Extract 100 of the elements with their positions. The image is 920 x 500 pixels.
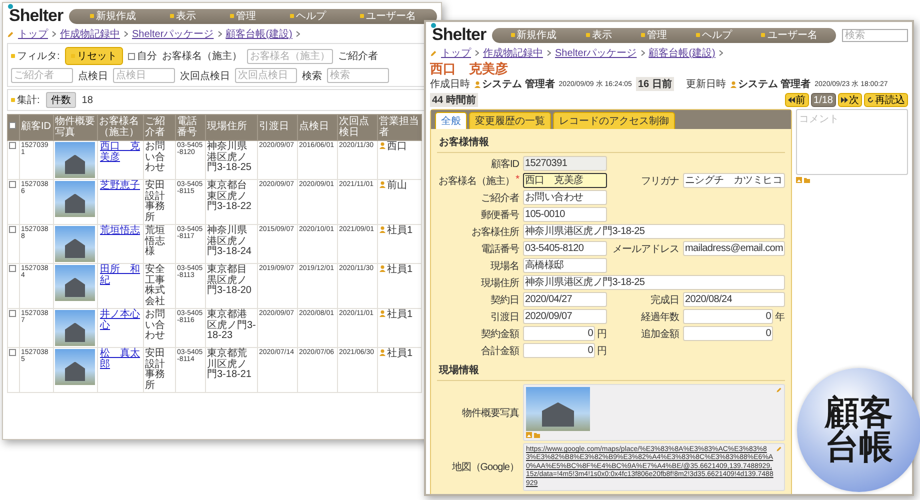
menu-item[interactable]: ヘルプ <box>696 28 732 42</box>
text-field[interactable]: 105-0010 <box>523 207 607 222</box>
column-header[interactable]: 次回点検日 <box>338 114 378 140</box>
user-icon <box>474 80 481 88</box>
unit-label: 円 <box>597 344 607 358</box>
number-field[interactable]: 0 <box>523 326 595 341</box>
menu-item[interactable]: 表示 <box>586 28 612 42</box>
reset-button[interactable]: リセット <box>64 47 123 65</box>
number-field[interactable]: 0 <box>683 309 773 324</box>
row-checkbox[interactable] <box>9 181 16 188</box>
nav-button[interactable]: 次 <box>838 93 862 107</box>
text-field[interactable]: お問い合わせ <box>523 190 607 205</box>
field-label: 合計金額 <box>480 344 519 358</box>
text-field[interactable]: 西口 克美彦 <box>523 173 607 188</box>
breadcrumb-link[interactable]: 作成物記録中 <box>483 46 543 60</box>
table-cell: 東京都目黒区虎ノ門3-18-20 <box>206 264 258 308</box>
text-field[interactable]: 高橋様邸 <box>523 258 607 273</box>
record-counter[interactable]: 1/18 <box>810 93 836 107</box>
text-field[interactable]: 2020/09/07 <box>523 309 607 324</box>
field-label: 契約日 <box>490 294 519 306</box>
text-field[interactable]: 2020/04/27 <box>523 292 607 307</box>
field-label: 契約金額 <box>480 328 519 340</box>
text-field[interactable]: mailadress@email.com <box>683 241 785 256</box>
logo: Shelter <box>7 6 64 26</box>
nav-button[interactable]: 前 <box>784 93 809 107</box>
folder-icon[interactable] <box>804 177 810 183</box>
menu-item[interactable]: 新規作成 <box>90 9 136 23</box>
bullet-icon <box>696 33 700 37</box>
nav-button[interactable]: 再読込 <box>864 93 908 107</box>
count-button[interactable]: 件数 <box>46 92 76 108</box>
menu-item[interactable]: ヘルプ <box>290 9 326 23</box>
badge-text: 台帳 <box>825 430 893 464</box>
badge-text: 顧客 <box>825 396 893 430</box>
column-header[interactable]: ご紹介者 <box>144 114 176 140</box>
text-field[interactable]: 神奈川県港区虎ノ門3-18-25 <box>523 275 785 290</box>
row-checkbox[interactable] <box>9 142 16 149</box>
breadcrumb-link[interactable]: 顧客台帳(建設) <box>648 46 716 60</box>
menu-item[interactable]: 管理 <box>230 9 256 23</box>
number-field[interactable]: 0 <box>523 343 595 358</box>
column-header[interactable]: 営業担当者 <box>378 114 422 140</box>
text-field[interactable]: 2020/08/24 <box>683 292 785 307</box>
menu-item[interactable]: 新規作成 <box>510 28 557 42</box>
breadcrumb-link[interactable]: トップ <box>441 46 471 60</box>
bullet-icon <box>290 14 294 18</box>
breadcrumb-link[interactable]: 顧客台帳(建設) <box>226 27 292 41</box>
user-icon <box>379 349 386 356</box>
field-label: 引渡日 <box>490 310 519 324</box>
menu-item[interactable]: ユーザー名 <box>761 28 818 42</box>
bullet-icon <box>641 33 646 37</box>
menu-item[interactable]: 表示 <box>170 9 196 23</box>
row-checkbox[interactable] <box>9 310 16 317</box>
image-icon[interactable] <box>796 177 802 183</box>
column-header[interactable]: 物件概要写真 <box>54 114 98 140</box>
menu-item[interactable]: ユーザー名 <box>360 9 416 23</box>
tab[interactable]: 変更履歴の一覧 <box>469 112 551 129</box>
bullet-icon <box>586 33 590 37</box>
menu-item[interactable]: 管理 <box>641 28 668 42</box>
row-checkbox[interactable] <box>9 349 16 356</box>
chevron-icon <box>719 50 724 56</box>
user-icon <box>730 80 737 88</box>
text-field[interactable]: 03-5405-8120 <box>523 241 607 256</box>
text-field[interactable]: 神奈川県港区虎ノ門3-18-25 <box>523 224 785 239</box>
unit-label: 年 <box>775 310 785 324</box>
row-checkbox[interactable] <box>9 265 16 272</box>
staff-name: 社員1 <box>387 265 413 276</box>
bullet-icon <box>230 14 234 18</box>
chevron-icon <box>547 50 551 56</box>
breadcrumb-link[interactable]: 作成物記録中 <box>60 27 120 41</box>
table-cell: 神奈川県港区虎ノ門3-18-24 <box>206 224 258 264</box>
staff-name: 西口 <box>387 142 407 152</box>
column-header[interactable]: 点検日 <box>298 114 338 140</box>
bullet-icon <box>170 14 174 18</box>
field-label: 電話番号 <box>480 242 519 256</box>
bullet-icon <box>360 14 364 18</box>
column-header[interactable]: 電話番号 <box>176 114 206 140</box>
table-cell: 神奈川県港区虎ノ門3-18-25 <box>206 140 258 180</box>
text-field[interactable]: ニシグチ カツミヒコ <box>683 173 785 188</box>
column-header[interactable]: 顧客ID <box>20 114 54 140</box>
breadcrumb-link[interactable]: Shelterパッケージ <box>132 27 214 41</box>
user-icon <box>379 142 386 149</box>
record-count: 18 <box>82 94 93 106</box>
pencil-icon[interactable] <box>776 446 782 452</box>
breadcrumb-link[interactable]: トップ <box>18 27 48 41</box>
logo: Shelter <box>430 25 486 45</box>
column-header[interactable]: 引渡日 <box>258 114 298 140</box>
row-checkbox[interactable] <box>9 226 16 233</box>
pencil-icon[interactable] <box>776 387 782 393</box>
tab[interactable]: 全般 <box>435 112 467 129</box>
breadcrumb-link[interactable]: Shelterパッケージ <box>555 46 637 60</box>
filter-label: 次回点検日 <box>180 70 230 82</box>
select-all-checkbox[interactable] <box>9 122 16 130</box>
pencil-icon <box>7 30 14 38</box>
mine-checkbox[interactable]: 自分 <box>128 49 157 63</box>
column-header[interactable]: お客様名（施主） <box>98 114 144 140</box>
tab[interactable]: レコードのアクセス制御 <box>553 112 675 129</box>
photo-field[interactable] <box>523 384 785 441</box>
number-field[interactable]: 0 <box>683 326 773 341</box>
column-header[interactable]: 現場住所 <box>206 114 258 140</box>
chevron-icon <box>475 50 479 56</box>
image-icon[interactable] <box>526 432 532 438</box>
